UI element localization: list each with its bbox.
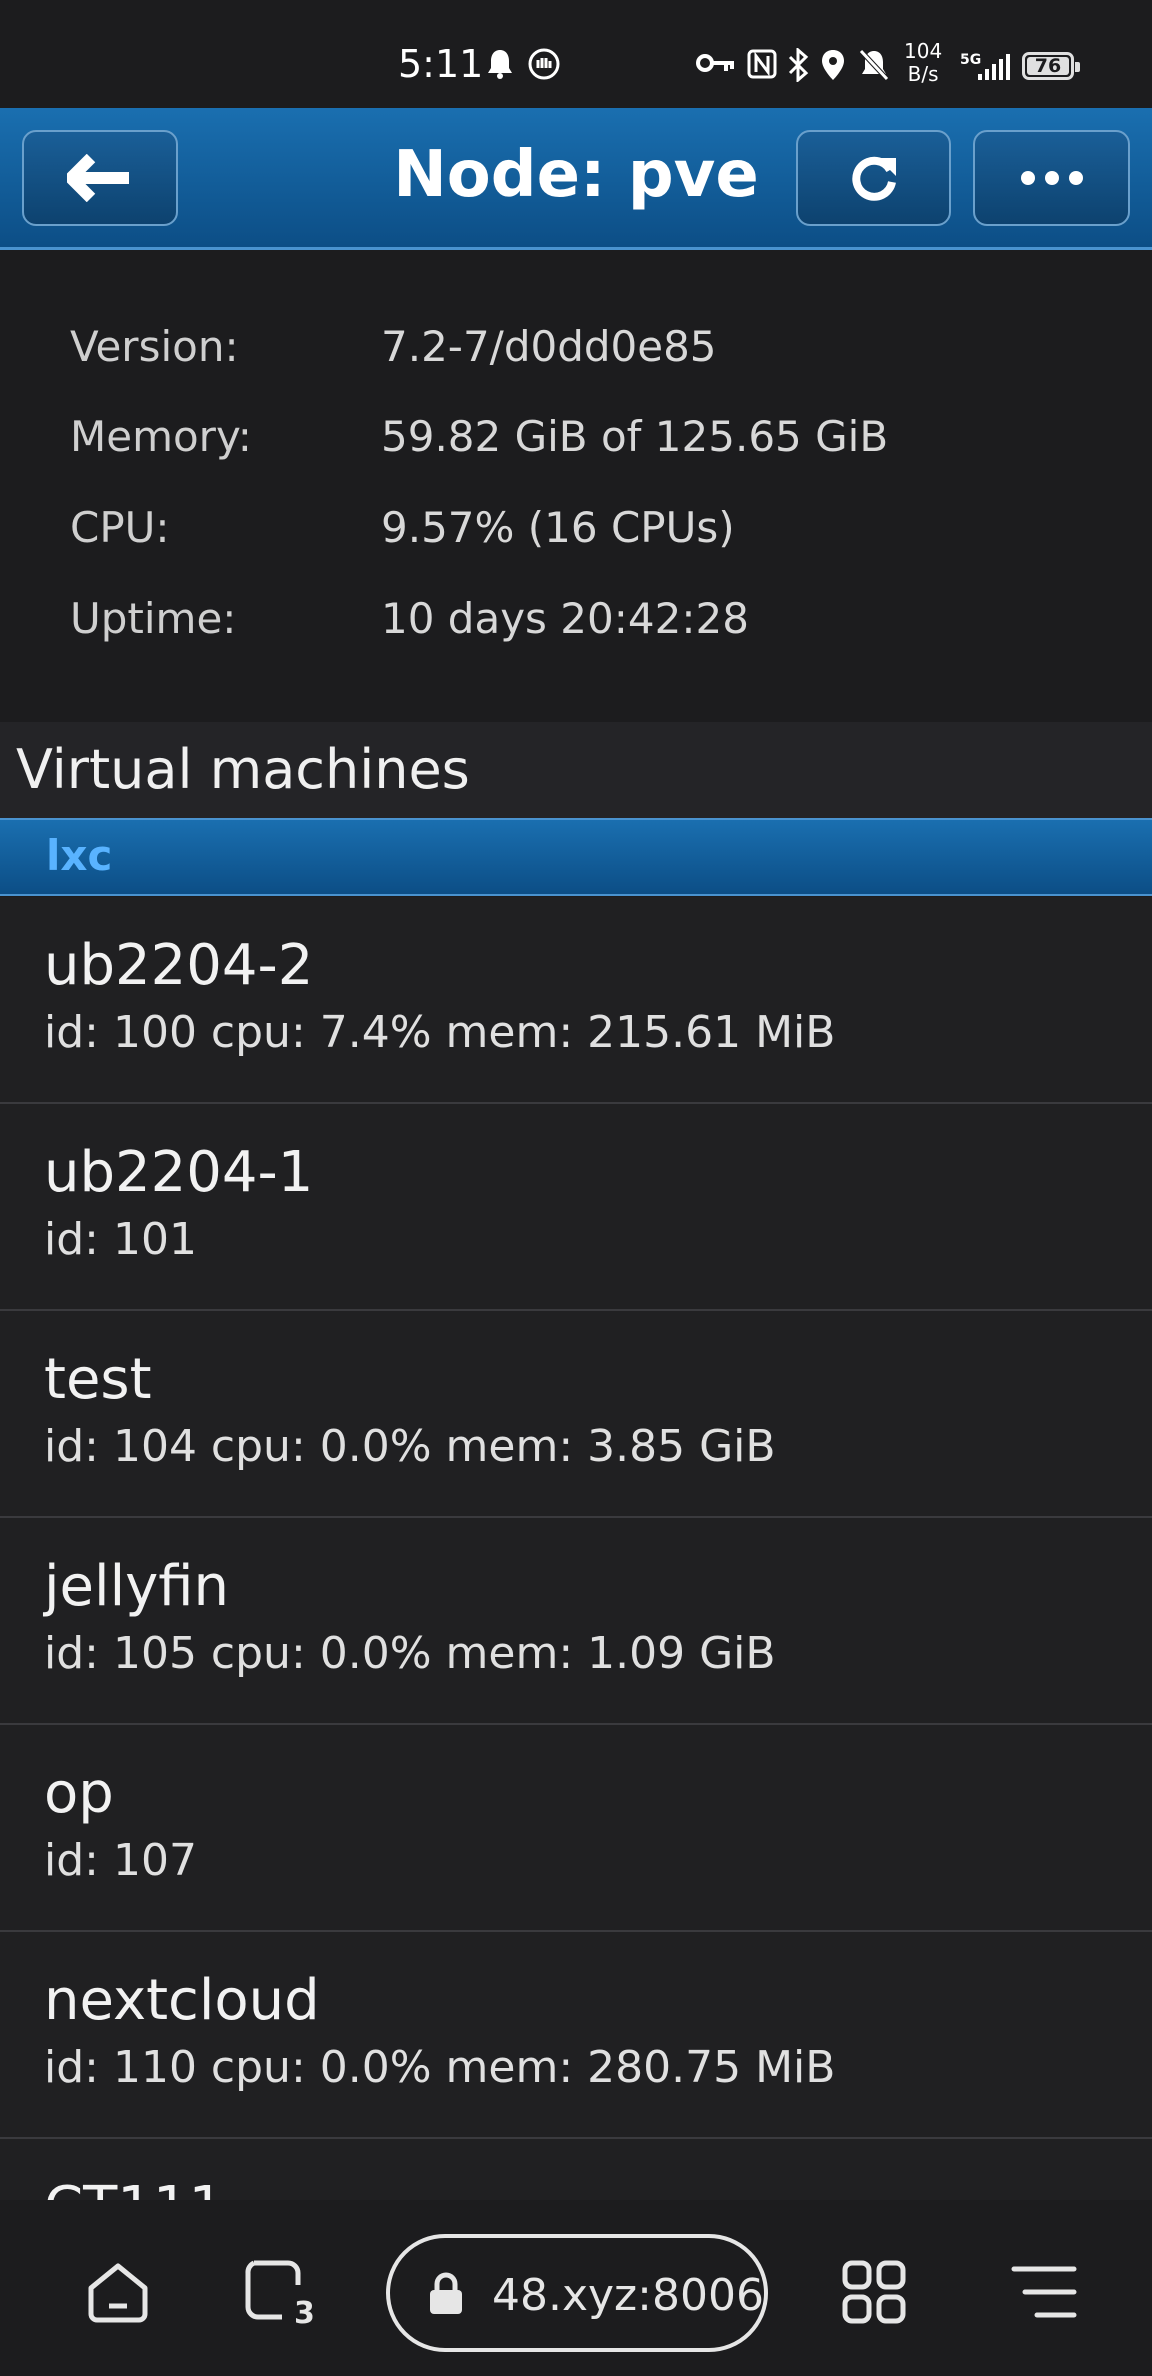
group-header-lxc: lxc [0,818,1152,896]
signal-icon [978,54,1010,80]
info-value: 9.57% (16 CPUs) [381,503,735,552]
back-button[interactable] [22,130,178,226]
more-button[interactable] [973,130,1130,226]
nfc-icon [747,49,777,79]
vm-detail: id: 100 cpu: 7.4% mem: 215.61 MiB [44,1007,836,1058]
vm-detail: id: 105 cpu: 0.0% mem: 1.09 GiB [44,1628,776,1679]
info-label: Memory: [70,412,252,461]
vm-name: test [44,1347,152,1412]
info-value: 7.2-7/d0dd0e85 [381,322,717,371]
network-speed-unit: B/s [907,62,939,86]
vm-name: ub2204-1 [44,1140,314,1205]
vpn-key-icon [696,54,734,72]
home-button[interactable] [78,2252,158,2332]
vm-detail: id: 110 cpu: 0.0% mem: 280.75 MiB [44,2042,836,2093]
vm-name: ub2204-2 [44,933,314,998]
notification-icon [488,50,512,79]
vm-list-item[interactable]: nextcloud id: 110 cpu: 0.0% mem: 280.75 … [0,1932,1152,2139]
status-bar: 5:11 104 B/s 5G 76 [0,0,1152,108]
section-title: Virtual machines [0,722,1152,818]
tab-count: 3 [294,2296,315,2331]
apps-button[interactable] [834,2252,914,2332]
vm-name: op [44,1761,114,1826]
mute-icon [859,49,889,81]
location-icon [822,50,844,80]
vm-list-item[interactable]: jellyfin id: 105 cpu: 0.0% mem: 1.09 GiB [0,1518,1152,1725]
bluetooth-icon [788,48,809,82]
info-label: CPU: [70,503,170,552]
vm-detail: id: 104 cpu: 0.0% mem: 3.85 GiB [44,1421,776,1472]
refresh-icon [851,156,896,201]
battery-indicator: 76 [1022,52,1080,80]
tabs-button[interactable]: 3 [238,2252,318,2332]
grid-icon [842,2260,906,2324]
vm-name: nextcloud [44,1968,320,2033]
app-header: Node: pve [0,108,1152,250]
info-value: 10 days 20:42:28 [381,594,749,643]
vm-list-item[interactable]: op id: 107 [0,1725,1152,1932]
home-icon [88,2263,148,2323]
vm-list-item[interactable]: ub2204-2 id: 100 cpu: 7.4% mem: 215.61 M… [0,897,1152,1104]
info-label: Uptime: [70,594,237,643]
more-horizontal-icon [1020,171,1083,185]
vm-list-item[interactable]: CT111 [0,2139,1152,2200]
url-text: 48.xyz:8006 [492,2270,764,2321]
lock-icon [430,2272,462,2314]
hand-icon [528,48,560,80]
address-bar[interactable]: 48.xyz:8006 [386,2234,768,2352]
vm-list: ub2204-2 id: 100 cpu: 7.4% mem: 215.61 M… [0,897,1152,2200]
network-speed: 104 B/s [904,40,942,86]
status-time: 5:11 [398,42,484,86]
refresh-button[interactable] [796,130,951,226]
node-info: Version: 7.2-7/d0dd0e85 Memory: 59.82 Gi… [0,252,1152,722]
network-speed-value: 104 [904,39,943,63]
vm-detail: id: 107 [44,1835,197,1886]
vm-name: jellyfin [44,1554,230,1619]
vm-detail: id: 101 [44,1214,197,1265]
vm-name: CT111 [44,2175,224,2200]
menu-button[interactable] [1004,2252,1084,2332]
menu-icon [1011,2266,1077,2318]
vm-list-item[interactable]: ub2204-1 id: 101 [0,1104,1152,1311]
browser-toolbar: 3 48.xyz:8006 [0,2200,1152,2376]
info-value: 59.82 GiB of 125.65 GiB [381,412,889,461]
arrow-left-icon [67,154,129,202]
vm-list-item[interactable]: test id: 104 cpu: 0.0% mem: 3.85 GiB [0,1311,1152,1518]
info-label: Version: [70,322,239,371]
battery-level: 76 [1034,55,1062,77]
